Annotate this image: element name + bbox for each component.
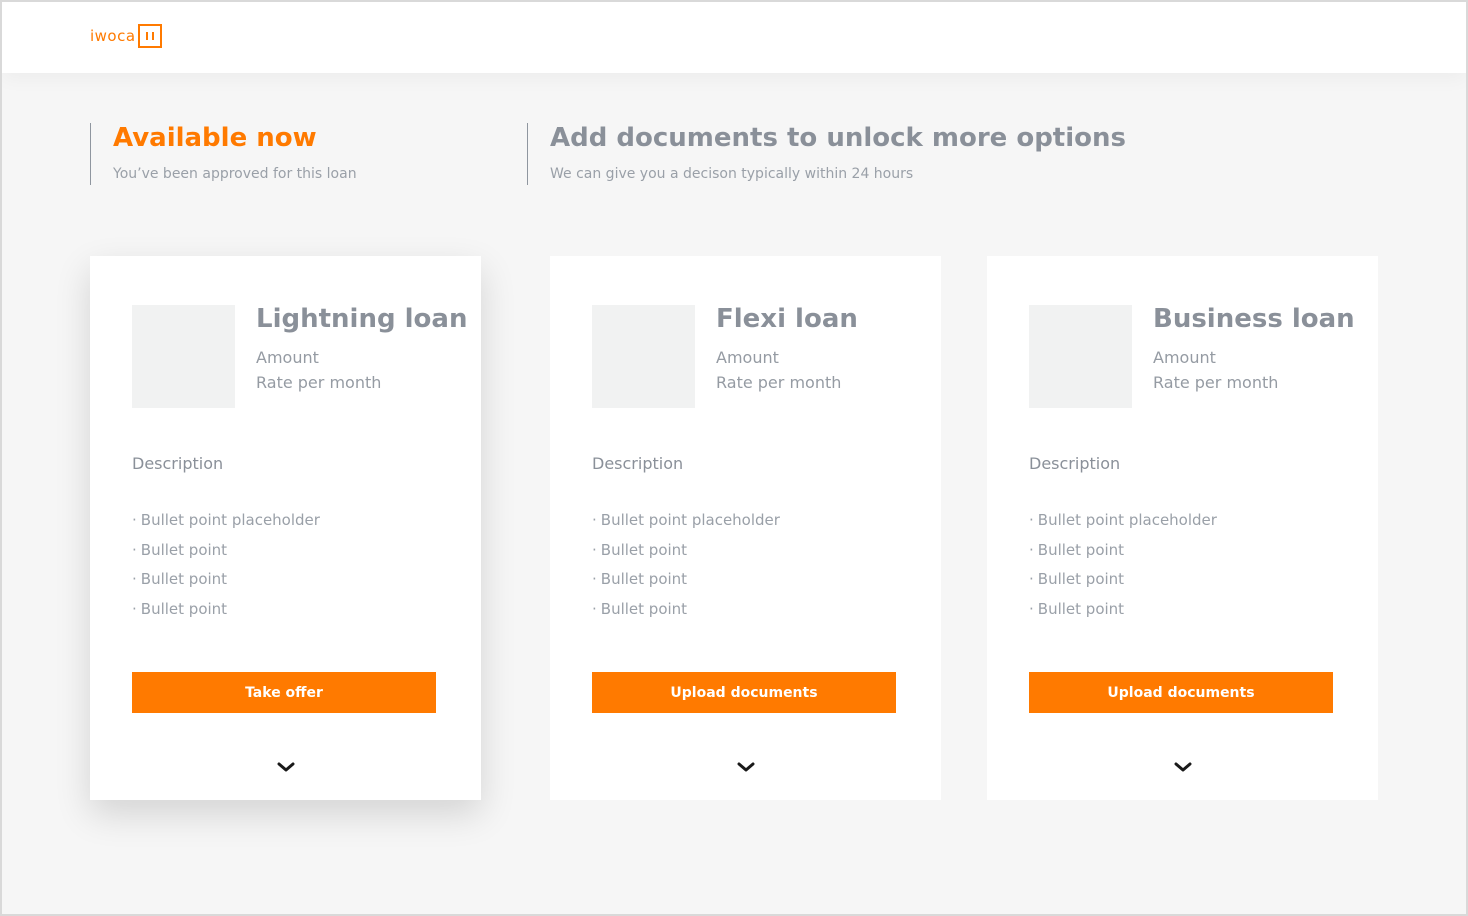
bullet-list: Bullet point placeholder Bullet point Bu… bbox=[132, 510, 320, 628]
chevron-down-icon[interactable] bbox=[1174, 761, 1192, 773]
loan-card-lightning: Lightning loan Amount Rate per month Des… bbox=[90, 256, 481, 800]
loan-image-placeholder bbox=[592, 305, 695, 408]
bullet-item: Bullet point bbox=[1029, 599, 1217, 619]
amount-label: Amount bbox=[256, 348, 319, 367]
bullet-item: Bullet point placeholder bbox=[592, 510, 780, 530]
bullet-item: Bullet point bbox=[592, 599, 780, 619]
amount-label: Amount bbox=[716, 348, 779, 367]
loan-title: Lightning loan bbox=[256, 304, 468, 334]
take-offer-button[interactable]: Take offer bbox=[132, 672, 436, 713]
bullet-item: Bullet point bbox=[592, 569, 780, 589]
description-label: Description bbox=[132, 454, 224, 473]
bullet-item: Bullet point bbox=[132, 540, 320, 560]
upload-documents-button[interactable]: Upload documents bbox=[1029, 672, 1333, 713]
rate-label: Rate per month bbox=[716, 373, 842, 392]
bullet-item: Bullet point bbox=[132, 599, 320, 619]
unlock-options-header: Add documents to unlock more options We … bbox=[527, 123, 1227, 185]
rate-label: Rate per month bbox=[1153, 373, 1279, 392]
iwoca-logo[interactable]: iwoca bbox=[90, 24, 162, 48]
bullet-item: Bullet point placeholder bbox=[1029, 510, 1217, 530]
available-now-title: Available now bbox=[113, 123, 317, 153]
bullet-item: Bullet point bbox=[592, 540, 780, 560]
description-label: Description bbox=[592, 454, 684, 473]
logo-mark-icon bbox=[137, 24, 162, 48]
description-label: Description bbox=[1029, 454, 1121, 473]
rate-label: Rate per month bbox=[256, 373, 382, 392]
loan-card-business: Business loan Amount Rate per month Desc… bbox=[987, 256, 1378, 800]
loan-title: Flexi loan bbox=[716, 304, 858, 334]
amount-label: Amount bbox=[1153, 348, 1216, 367]
bullet-item: Bullet point bbox=[132, 569, 320, 589]
upload-documents-button[interactable]: Upload documents bbox=[592, 672, 896, 713]
bullet-item: Bullet point placeholder bbox=[132, 510, 320, 530]
chevron-down-icon[interactable] bbox=[737, 761, 755, 773]
logo-text: iwoca bbox=[90, 27, 136, 45]
bullet-list: Bullet point placeholder Bullet point Bu… bbox=[592, 510, 780, 628]
loan-title: Business loan bbox=[1153, 304, 1355, 334]
loan-card-flexi: Flexi loan Amount Rate per month Descrip… bbox=[550, 256, 941, 800]
loan-image-placeholder bbox=[1029, 305, 1132, 408]
chevron-down-icon[interactable] bbox=[277, 761, 295, 773]
top-bar: iwoca bbox=[2, 2, 1466, 73]
loan-image-placeholder bbox=[132, 305, 235, 408]
bullet-item: Bullet point bbox=[1029, 569, 1217, 589]
available-now-header: Available now You’ve been approved for t… bbox=[90, 123, 510, 185]
bullet-list: Bullet point placeholder Bullet point Bu… bbox=[1029, 510, 1217, 628]
bullet-item: Bullet point bbox=[1029, 540, 1217, 560]
unlock-options-title: Add documents to unlock more options bbox=[550, 123, 1126, 153]
app-frame: iwoca Available now You’ve been approved… bbox=[0, 0, 1468, 916]
unlock-options-subtitle: We can give you a decison typically with… bbox=[550, 166, 914, 182]
available-now-subtitle: You’ve been approved for this loan bbox=[113, 166, 357, 182]
